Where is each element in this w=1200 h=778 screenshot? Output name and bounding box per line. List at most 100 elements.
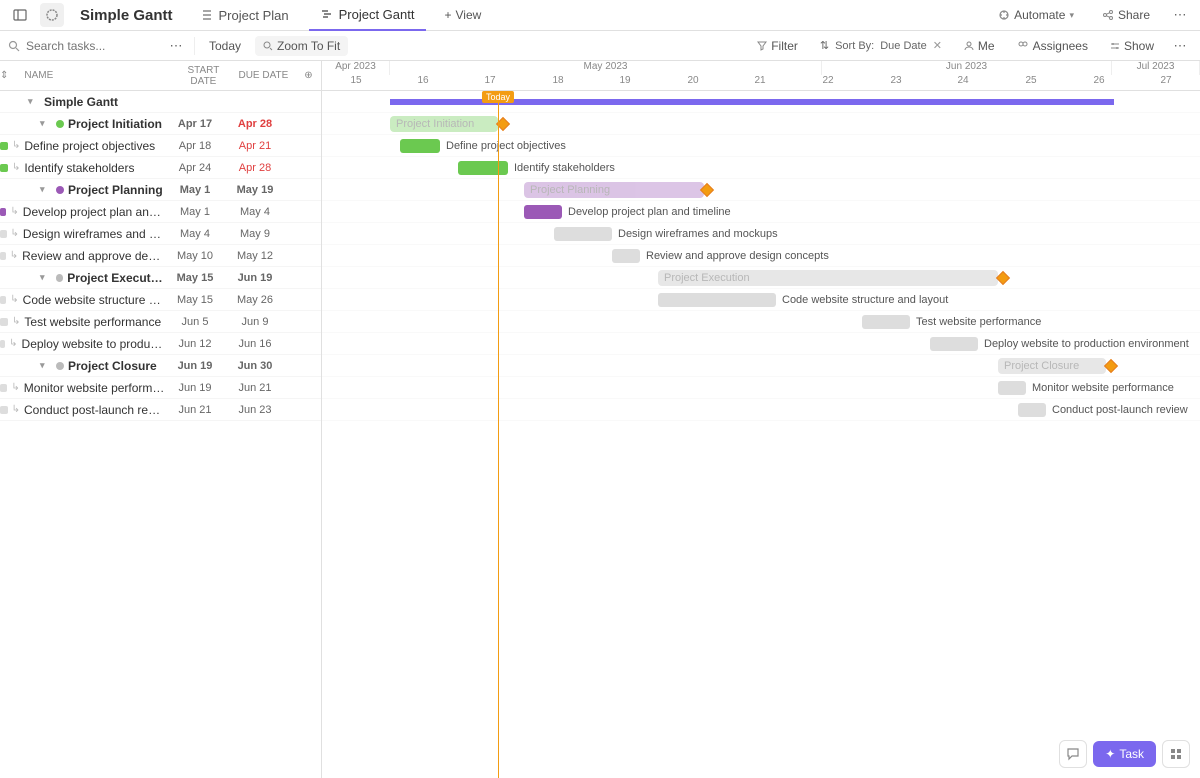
today-button[interactable]: Today: [201, 36, 249, 56]
gantt-group-bar[interactable]: Project Planning: [524, 182, 704, 198]
tab-project-plan[interactable]: Project Plan: [189, 0, 301, 31]
start-date[interactable]: May 1: [165, 206, 225, 218]
start-date[interactable]: Apr 17: [165, 118, 225, 130]
search-box[interactable]: [8, 39, 158, 53]
toggle-icon[interactable]: ▾: [40, 272, 52, 283]
gantt-task-bar[interactable]: Monitor website performance: [998, 381, 1026, 395]
due-date[interactable]: Jun 30: [225, 360, 285, 372]
app-icon[interactable]: [40, 3, 64, 27]
more-options-icon[interactable]: ⋯: [1168, 34, 1192, 58]
timeline-tick: 23: [881, 75, 911, 86]
task-row[interactable]: ↳Code website structure and layoutMay 15…: [0, 289, 321, 311]
start-date[interactable]: May 15: [165, 294, 225, 306]
sidebar-toggle-icon[interactable]: [8, 3, 32, 27]
group-row[interactable]: ▾Project PlanningMay 1May 19: [0, 179, 321, 201]
gantt-task-bar[interactable]: Define project objectives: [400, 139, 440, 153]
toggle-icon[interactable]: ▾: [40, 360, 52, 371]
sort-chip[interactable]: ⇅ Sort By: Due Date ✕: [812, 36, 950, 55]
due-date[interactable]: May 4: [225, 206, 285, 218]
group-row[interactable]: ▾Project ExecutionMay 15Jun 19: [0, 267, 321, 289]
due-date[interactable]: May 19: [225, 184, 285, 196]
due-date[interactable]: May 26: [225, 294, 285, 306]
toggle-icon[interactable]: ▾: [40, 184, 52, 195]
start-date[interactable]: Jun 21: [165, 404, 225, 416]
task-row[interactable]: ↳Develop project plan and timelineMay 1M…: [0, 201, 321, 223]
assignees-button[interactable]: Assignees: [1009, 36, 1096, 56]
new-task-button[interactable]: ✦ Task: [1093, 741, 1156, 767]
start-date[interactable]: May 4: [165, 228, 225, 240]
task-row[interactable]: ↳Review and approve design conceptsMay 1…: [0, 245, 321, 267]
task-name: Define project objectives: [24, 139, 155, 153]
due-date[interactable]: Apr 28: [225, 118, 285, 130]
due-date[interactable]: Jun 23: [225, 404, 285, 416]
milestone-diamond-icon[interactable]: [1104, 359, 1118, 373]
gantt-bar-label: Deploy website to production environment: [984, 338, 1189, 350]
due-date[interactable]: Jun 16: [225, 338, 285, 350]
gantt-task-bar[interactable]: Test website performance: [862, 315, 910, 329]
group-row[interactable]: ▾Project InitiationApr 17Apr 28: [0, 113, 321, 135]
more-icon[interactable]: ⋯: [1168, 3, 1192, 27]
gantt-group-bar[interactable]: Project Initiation: [390, 116, 498, 132]
task-row[interactable]: ↳Test website performanceJun 5Jun 9: [0, 311, 321, 333]
column-due[interactable]: Due Date: [233, 70, 293, 81]
chat-icon[interactable]: [1059, 740, 1087, 768]
gantt-bar-label: Conduct post-launch review: [1052, 404, 1188, 416]
expand-collapse-icon[interactable]: ⇕: [0, 70, 8, 81]
start-date[interactable]: Jun 19: [165, 360, 225, 372]
due-date[interactable]: Apr 28: [225, 162, 285, 174]
add-view-button[interactable]: + View: [434, 4, 491, 26]
start-date[interactable]: Apr 24: [165, 162, 225, 174]
share-button[interactable]: Share: [1092, 4, 1160, 26]
toggle-icon[interactable]: ▾: [28, 96, 40, 107]
start-date[interactable]: May 1: [165, 184, 225, 196]
due-date[interactable]: Jun 21: [225, 382, 285, 394]
start-date[interactable]: Jun 12: [165, 338, 225, 350]
apps-icon[interactable]: [1162, 740, 1190, 768]
search-options-icon[interactable]: ⋯: [164, 34, 188, 58]
milestone-diamond-icon[interactable]: [996, 271, 1010, 285]
due-date[interactable]: Jun 9: [225, 316, 285, 328]
add-column-button[interactable]: ⊕: [293, 70, 322, 81]
due-date[interactable]: Apr 21: [225, 140, 285, 152]
start-date[interactable]: May 10: [165, 250, 225, 262]
task-row[interactable]: ↳Deploy website to production environmen…: [0, 333, 321, 355]
gantt-task-bar[interactable]: Code website structure and layout: [658, 293, 776, 307]
start-date[interactable]: Apr 18: [165, 140, 225, 152]
task-row[interactable]: ↳Design wireframes and mockupsMay 4May 9: [0, 223, 321, 245]
group-row[interactable]: ▾Project ClosureJun 19Jun 30: [0, 355, 321, 377]
clear-sort-icon[interactable]: ✕: [933, 39, 942, 52]
column-start[interactable]: Start Date: [173, 65, 233, 87]
gantt-task-bar[interactable]: Identify stakeholders: [458, 161, 508, 175]
start-date[interactable]: May 15: [165, 272, 225, 284]
tab-project-gantt[interactable]: Project Gantt: [309, 0, 427, 31]
due-date[interactable]: Jun 19: [225, 272, 285, 284]
task-row[interactable]: ↳Conduct post-launch reviewJun 21Jun 23: [0, 399, 321, 421]
show-button[interactable]: Show: [1102, 36, 1162, 56]
automate-button[interactable]: Automate ▾: [988, 4, 1084, 26]
gantt-row: Review and approve design concepts: [322, 245, 1200, 267]
gantt-bar-label: Define project objectives: [446, 140, 566, 152]
me-button[interactable]: Me: [956, 36, 1003, 56]
gantt-task-bar[interactable]: Develop project plan and timeline: [524, 205, 562, 219]
gantt-task-bar[interactable]: Deploy website to production environment: [930, 337, 978, 351]
task-row[interactable]: ↳Monitor website performanceJun 19Jun 21: [0, 377, 321, 399]
task-row[interactable]: ↳Identify stakeholdersApr 24Apr 28: [0, 157, 321, 179]
column-name[interactable]: NAME: [8, 70, 173, 81]
gantt-bar-label: Develop project plan and timeline: [568, 206, 731, 218]
gantt-task-bar[interactable]: Design wireframes and mockups: [554, 227, 612, 241]
timeline-tick: 20: [678, 75, 708, 86]
gantt-group-bar[interactable]: Project Execution: [658, 270, 998, 286]
zoom-button[interactable]: Zoom To Fit: [255, 36, 348, 56]
group-row[interactable]: ▾Simple Gantt: [0, 91, 321, 113]
due-date[interactable]: May 9: [225, 228, 285, 240]
task-row[interactable]: ↳Define project objectivesApr 18Apr 21: [0, 135, 321, 157]
search-input[interactable]: [26, 39, 136, 53]
due-date[interactable]: May 12: [225, 250, 285, 262]
gantt-task-bar[interactable]: Conduct post-launch review: [1018, 403, 1046, 417]
gantt-task-bar[interactable]: Review and approve design concepts: [612, 249, 640, 263]
start-date[interactable]: Jun 19: [165, 382, 225, 394]
filter-button[interactable]: Filter: [749, 36, 806, 56]
toggle-icon[interactable]: ▾: [40, 118, 52, 129]
start-date[interactable]: Jun 5: [165, 316, 225, 328]
gantt-group-bar[interactable]: Project Closure: [998, 358, 1106, 374]
